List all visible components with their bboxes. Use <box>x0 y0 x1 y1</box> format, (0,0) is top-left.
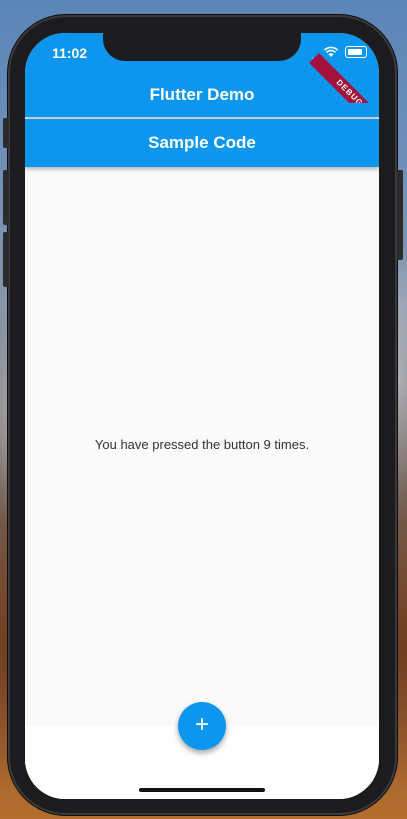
device-screen: Flutter Demo 11:02 .... DEBUG Sample Cod… <box>25 33 379 799</box>
notch <box>103 33 301 61</box>
sample-code-title: Sample Code <box>148 133 256 152</box>
debug-banner: DEBUG <box>309 53 379 103</box>
volume-up-button <box>3 170 9 225</box>
home-indicator[interactable] <box>139 788 265 792</box>
sample-code-bar: Sample Code <box>25 119 379 167</box>
counter-text: You have pressed the button 9 times. <box>94 437 310 452</box>
plus-icon: + <box>194 711 209 738</box>
status-time: 11:02 <box>52 45 88 61</box>
volume-down-button <box>3 232 9 287</box>
mute-switch <box>3 118 9 148</box>
power-button <box>397 170 403 260</box>
increment-button[interactable]: + <box>178 702 226 750</box>
debug-banner-container: DEBUG <box>309 33 379 103</box>
